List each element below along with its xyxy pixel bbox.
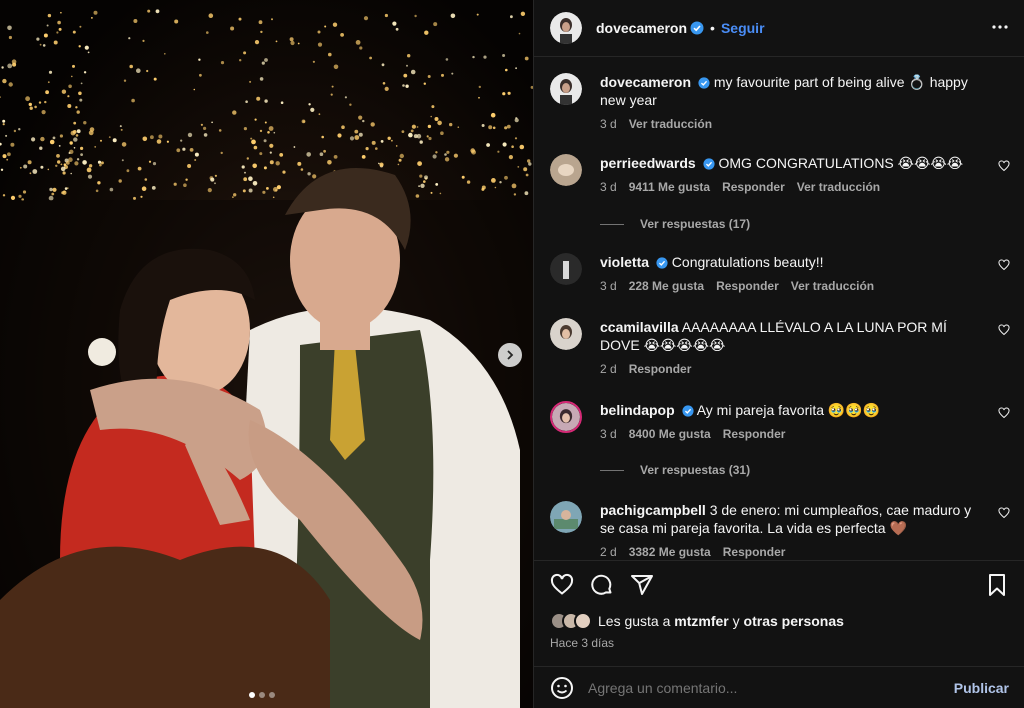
carousel-next-button[interactable]: [498, 343, 522, 367]
comment-time[interactable]: 3 d: [600, 178, 617, 196]
carousel-dot: [269, 692, 275, 698]
likes-summary[interactable]: Les gusta a mtzmfer y otras personas: [550, 612, 844, 630]
like-comment-heart-icon[interactable]: [998, 324, 1010, 336]
view-replies-label: Ver respuestas (31): [640, 463, 751, 477]
carousel-dot: [249, 692, 255, 698]
comment-time[interactable]: 2 d: [600, 543, 617, 560]
reply-button[interactable]: Responder: [723, 543, 786, 560]
post-actions-bar: [534, 560, 1024, 610]
verified-badge-icon: [690, 21, 704, 35]
others-link[interactable]: otras personas: [744, 613, 844, 629]
comment-username[interactable]: ccamilavilla: [600, 319, 679, 335]
post-side-panel: dovecameron • Seguir dovecameron my favo…: [533, 0, 1024, 708]
username[interactable]: dovecameron: [596, 20, 687, 36]
translate-link[interactable]: Ver traducción: [791, 277, 874, 295]
replies-divider: [600, 223, 624, 225]
verified-badge-icon: [681, 405, 694, 417]
chevron-right-icon: [507, 350, 514, 360]
carousel-indicator: [249, 692, 275, 698]
comment-text: OMG CONGRATULATIONS 😭😭😭😭: [718, 155, 964, 171]
view-replies-label: Ver respuestas (17): [640, 217, 751, 231]
comment-item: perrieedwards OMG CONGRATULATIONS 😭😭😭😭 3…: [550, 154, 1010, 196]
translate-link[interactable]: Ver traducción: [797, 178, 880, 196]
comment-likes[interactable]: 3382 Me gusta: [629, 543, 711, 560]
more-options-icon[interactable]: [991, 18, 1009, 36]
comment-item: belindapop Ay mi pareja favorita 🥹🥹🥹 3 d…: [550, 401, 1010, 443]
like-heart-icon[interactable]: [550, 573, 574, 597]
share-send-icon[interactable]: [630, 573, 654, 597]
reply-button[interactable]: Responder: [722, 178, 785, 196]
emoji-picker-icon[interactable]: [550, 676, 574, 700]
comment-username[interactable]: dovecameron: [600, 74, 691, 90]
carousel-dot: [259, 692, 265, 698]
avatar[interactable]: [550, 154, 582, 186]
comment-input[interactable]: [588, 679, 954, 696]
avatar[interactable]: [550, 401, 582, 433]
couple-illustration: [0, 168, 533, 708]
liker-username[interactable]: mtzmfer: [674, 613, 728, 629]
avatar[interactable]: [550, 253, 582, 285]
comment-username[interactable]: violetta: [600, 254, 649, 270]
comment-bubble-icon[interactable]: [590, 573, 614, 597]
view-replies-button[interactable]: Ver respuestas (17): [600, 217, 750, 231]
instagram-post-modal: dovecameron • Seguir dovecameron my favo…: [0, 0, 1024, 708]
verified-badge-icon: [698, 77, 710, 89]
avatar: [574, 612, 592, 630]
comment-username[interactable]: perrieedwards: [600, 155, 696, 171]
view-replies-button[interactable]: Ver respuestas (31): [600, 463, 750, 477]
likes-conj: y: [732, 613, 740, 629]
comments-list[interactable]: dovecameron my favourite part of being a…: [534, 58, 1024, 560]
comment-time[interactable]: 3 d: [600, 425, 617, 443]
comment-item: violetta Congratulations beauty!! 3 d 22…: [550, 253, 1010, 295]
comment-item: ccamilavilla AAAAAAAA LLÉVALO A LA LUNA …: [550, 318, 1010, 378]
post-caption: dovecameron my favourite part of being a…: [550, 73, 1010, 133]
likes-prefix: Les gusta a: [598, 613, 671, 629]
avatar[interactable]: [550, 501, 582, 533]
comment-likes[interactable]: 8400 Me gusta: [629, 425, 711, 443]
save-bookmark-icon[interactable]: [985, 573, 1009, 597]
verified-badge-icon: [656, 257, 668, 269]
comment-text: Congratulations beauty!!: [671, 254, 824, 270]
like-comment-heart-icon[interactable]: [998, 259, 1010, 271]
comment-time[interactable]: 3 d: [600, 277, 617, 295]
publish-button[interactable]: Publicar: [954, 680, 1009, 696]
like-comment-heart-icon[interactable]: [998, 407, 1010, 419]
like-comment-heart-icon[interactable]: [998, 160, 1010, 172]
like-comment-heart-icon[interactable]: [998, 507, 1010, 519]
verified-badge-icon: [703, 158, 715, 170]
translate-link[interactable]: Ver traducción: [629, 115, 712, 133]
follow-button[interactable]: Seguir: [721, 20, 765, 36]
separator: •: [710, 20, 715, 36]
comment-username[interactable]: belindapop: [600, 402, 675, 418]
comment-time[interactable]: 3 d: [600, 115, 617, 133]
post-timestamp[interactable]: Hace 3 días: [550, 636, 614, 650]
comment-time[interactable]: 2 d: [600, 360, 617, 378]
comment-likes[interactable]: 9411 Me gusta: [629, 178, 710, 196]
add-comment-bar: Publicar: [534, 666, 1024, 708]
comment-item: pachigcampbell 3 de enero: mi cumpleaños…: [550, 501, 1010, 560]
post-photo[interactable]: [0, 0, 533, 708]
reply-button[interactable]: Responder: [716, 277, 779, 295]
liker-avatars: [550, 612, 592, 630]
reply-button[interactable]: Responder: [723, 425, 786, 443]
post-header: dovecameron • Seguir: [534, 0, 1024, 57]
comment-text: Ay mi pareja favorita 🥹🥹🥹: [696, 402, 881, 418]
avatar[interactable]: [550, 73, 582, 105]
replies-divider: [600, 469, 624, 471]
avatar[interactable]: [550, 12, 582, 44]
reply-button[interactable]: Responder: [629, 360, 692, 378]
comment-likes[interactable]: 228 Me gusta: [629, 277, 704, 295]
comment-username[interactable]: pachigcampbell: [600, 502, 706, 518]
avatar[interactable]: [550, 318, 582, 350]
